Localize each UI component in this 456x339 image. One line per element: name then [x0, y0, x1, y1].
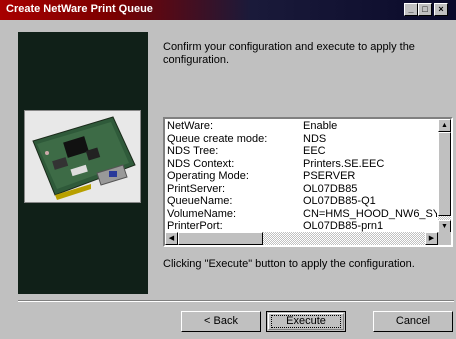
config-row: PrinterPort: OL07DB85-prn1 — [167, 220, 437, 233]
close-icon: × — [438, 4, 444, 14]
config-key: NDS Context: — [167, 157, 235, 170]
button-separator — [18, 300, 454, 302]
config-row: Operating Mode: PSERVER — [167, 170, 437, 183]
vertical-scrollbar[interactable]: ▲ ▼ — [438, 119, 451, 233]
config-row: VolumeName: CN=HMS_HOOD_NW6_SYS — [167, 208, 437, 221]
scroll-left-button[interactable]: ◀ — [165, 232, 178, 245]
config-row: NetWare: Enable — [167, 120, 437, 133]
config-value: EEC — [303, 145, 326, 157]
config-row: NDS Tree: EEC — [167, 145, 437, 158]
minimize-icon: _ — [408, 4, 414, 14]
execute-button[interactable]: Execute — [266, 311, 346, 332]
horizontal-scrollbar[interactable]: ◀ ▶ — [165, 232, 438, 245]
config-row: PrintServer: OL07DB85 — [167, 183, 437, 196]
config-row: NDS Context: Printers.SE.EEC — [167, 158, 437, 171]
config-row: QueueName: OL07DB85-Q1 — [167, 195, 437, 208]
config-key: QueueName: — [167, 195, 233, 207]
network-card-illustration — [32, 116, 136, 200]
minimize-button[interactable]: _ — [404, 3, 418, 16]
network-card-image — [24, 110, 141, 203]
config-key: PrintServer: — [167, 182, 226, 195]
maximize-button[interactable]: □ — [418, 3, 432, 16]
config-value: Printers.SE.EEC — [303, 157, 385, 170]
execute-hint-text: Clicking "Execute" button to apply the c… — [163, 258, 415, 270]
scroll-up-button[interactable]: ▲ — [438, 119, 451, 132]
config-key: NDS Tree: — [167, 145, 219, 157]
config-value: OL07DB85-prn1 — [303, 220, 384, 232]
config-value: OL07DB85 — [303, 182, 358, 195]
vertical-scroll-thumb[interactable] — [438, 132, 451, 216]
scroll-right-button[interactable]: ▶ — [425, 232, 438, 245]
cancel-button[interactable]: Cancel — [373, 311, 453, 332]
back-button-label: < Back — [204, 315, 238, 327]
config-value: CN=HMS_HOOD_NW6_SYS — [303, 207, 437, 220]
title-bar[interactable]: Create NetWare Print Queue _ □ × — [0, 0, 456, 20]
window-title: Create NetWare Print Queue — [6, 3, 153, 15]
scrollbar-corner — [438, 232, 451, 245]
config-key: NetWare: — [167, 120, 214, 132]
back-button[interactable]: < Back — [181, 311, 261, 332]
intro-text: Confirm your configuration and execute t… — [163, 41, 415, 66]
config-value: OL07DB85-Q1 — [303, 195, 376, 207]
execute-button-label: Execute — [286, 315, 326, 327]
close-button[interactable]: × — [434, 3, 448, 16]
config-key: Operating Mode: — [167, 170, 249, 182]
config-key: PrinterPort: — [167, 220, 223, 232]
config-key: Queue create mode: — [167, 132, 268, 145]
config-key: VolumeName: — [167, 207, 237, 220]
cancel-button-label: Cancel — [395, 315, 431, 327]
config-value: Enable — [303, 120, 338, 132]
config-row: Queue create mode: NDS — [167, 133, 437, 146]
config-summary-listbox[interactable]: NetWare: Enable Queue create mode: NDS NDS T… — [163, 117, 453, 247]
config-rows: NetWare: Enable Queue create mode: NDS NDS T… — [167, 120, 437, 233]
config-value: PSERVER — [303, 170, 356, 182]
horizontal-scroll-thumb[interactable] — [178, 232, 263, 245]
config-value: NDS — [303, 132, 327, 145]
dialog-window: Create NetWare Print Queue _ □ × Confirm… — [0, 0, 456, 339]
maximize-icon: □ — [422, 4, 428, 14]
